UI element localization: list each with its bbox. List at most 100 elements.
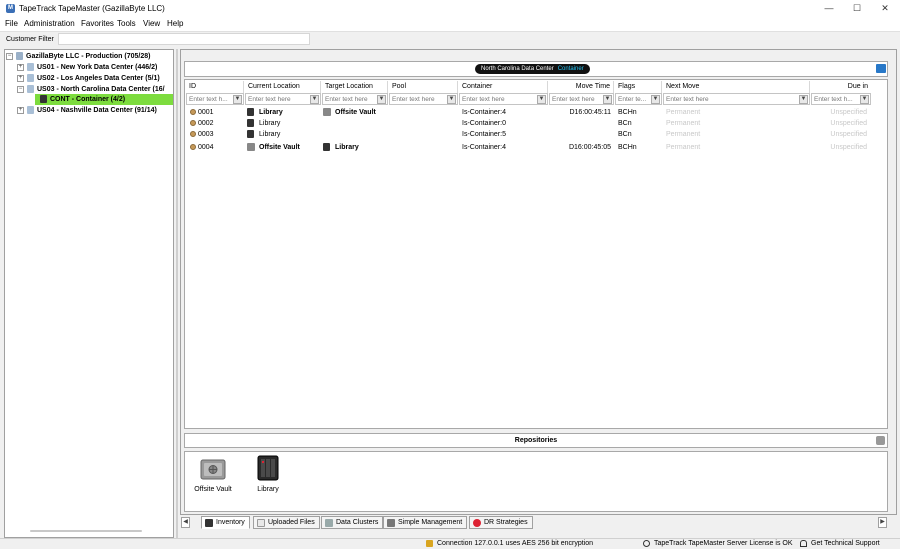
minimize-button[interactable]: — [822,2,836,14]
filter-input-due-in[interactable] [812,94,860,104]
funnel-icon[interactable]: ▼ [651,95,660,104]
column-header-due-in[interactable]: Due in [810,81,872,93]
license-icon [643,540,650,547]
menu-file[interactable]: File [5,19,18,29]
funnel-icon[interactable]: ▼ [233,95,242,104]
filter-input-current-location[interactable] [246,94,310,104]
column-header-id[interactable]: ID [185,81,244,93]
column-header-move-time[interactable]: Move Time [548,81,614,93]
get-technical-support-link[interactable]: Get Technical Support [811,539,880,549]
expand-icon[interactable]: + [17,64,24,71]
cell-due-in: Unspecified [830,120,867,127]
cell-target-location: Library [335,144,359,151]
menu-view[interactable]: View [143,19,160,29]
cell-move-time: D16:00:45:11 [569,109,611,116]
file-icon [257,519,265,527]
table-row[interactable] [186,107,872,118]
cell-due-in: Unspecified [830,144,867,151]
repositories-panel [184,451,888,512]
tab-inventory[interactable]: Inventory [201,516,250,529]
column-header-container[interactable]: Container [458,81,548,93]
lock-icon [426,540,433,547]
cell-id: 0003 [198,131,214,138]
filter-input-pool[interactable] [390,94,447,104]
column-header-target-location[interactable]: Target Location [321,81,388,93]
cell-container: Is-Container:4 [462,109,506,116]
funnel-icon[interactable]: ▼ [799,95,808,104]
tab-dr-strategies[interactable]: DR Strategies [469,516,533,529]
menu-help[interactable]: Help [167,19,183,29]
cell-target-location: Offsite Vault [335,109,376,116]
menu-tools[interactable]: Tools [117,19,136,29]
table-row[interactable] [186,118,872,129]
funnel-icon[interactable]: ▼ [603,95,612,104]
filter-id: ▼ [186,93,244,105]
tree-item-label: US02 - Los Angeles Data Center (5/1) [37,75,160,82]
menu-favorites[interactable]: Favorites [81,19,114,29]
pane-splitter[interactable] [176,49,178,538]
book-icon[interactable] [876,64,886,73]
library-icon [257,455,279,481]
table-row[interactable] [186,129,872,140]
customer-filter-input[interactable] [58,33,310,45]
filter-current-location: ▼ [245,93,321,105]
column-header-flags[interactable]: Flags [614,81,662,93]
filter-input-flags[interactable] [616,94,651,104]
filter-input-move-time[interactable] [550,94,603,104]
filter-input-target-location[interactable] [323,94,377,104]
management-icon [387,519,395,527]
cell-next-move: Permanent [666,109,701,116]
maximize-button[interactable]: ☐ [850,2,864,14]
tree-item-label: US01 - New York Data Center (446/2) [37,64,158,71]
collapse-icon[interactable]: − [17,86,24,93]
expand-icon[interactable]: + [17,107,24,114]
funnel-icon[interactable]: ▼ [860,95,869,104]
app-icon: M [6,4,15,13]
filter-input-id[interactable] [187,94,233,104]
cell-container: Is-Container:4 [462,144,506,151]
cell-due-in: Unspecified [830,109,867,116]
funnel-icon[interactable]: ▼ [310,95,319,104]
collapse-icon[interactable]: − [6,53,13,60]
tab-uploaded-files[interactable]: Uploaded Files [253,516,320,529]
status-license: TapeTrack TapeMaster Server License is O… [654,540,793,547]
inventory-icon [205,519,213,527]
tape-icon [190,109,196,115]
server-icon [16,52,23,60]
datacenter-icon [27,74,34,82]
repositories-title: Repositories [514,437,558,444]
tab-data-clusters[interactable]: Data Clusters [321,516,384,529]
tab-scroll-left-button[interactable]: ◀ [181,517,190,528]
repository-label: Offsite Vault [194,486,232,493]
repository-settings-icon[interactable] [876,436,885,445]
funnel-icon[interactable]: ▼ [447,95,456,104]
column-header-pool[interactable]: Pool [388,81,458,93]
column-header-current-location[interactable]: Current Location [244,81,321,93]
vault-icon [247,143,255,151]
close-button[interactable]: ✕ [878,2,892,14]
expand-icon[interactable]: + [17,75,24,82]
tab-label: Simple Management [398,519,463,526]
cell-id: 0004 [198,144,214,151]
tab-label: Data Clusters [336,519,379,526]
cell-next-move: Permanent [666,120,701,127]
vault-icon [323,108,331,116]
cell-move-time: D16:00:45:05 [568,144,611,151]
funnel-icon[interactable]: ▼ [537,95,546,104]
headset-icon [800,540,807,547]
column-header-next-move[interactable]: Next Move [662,81,810,93]
funnel-icon[interactable]: ▼ [377,95,386,104]
customer-tree [4,49,174,538]
cell-next-move: Permanent [666,144,701,151]
filter-due-in: ▼ [811,93,871,105]
menu-administration[interactable]: Administration [24,19,75,29]
tab-simple-management[interactable]: Simple Management [383,516,468,529]
tape-icon [190,131,196,137]
filter-input-next-move[interactable] [664,94,799,104]
library-icon [323,143,330,151]
tab-label: DR Strategies [484,519,528,526]
filter-input-container[interactable] [460,94,537,104]
cell-flags: BCn [618,131,632,138]
tab-scroll-right-button[interactable]: ▶ [878,517,887,528]
tree-horizontal-scrollbar[interactable] [30,530,142,532]
